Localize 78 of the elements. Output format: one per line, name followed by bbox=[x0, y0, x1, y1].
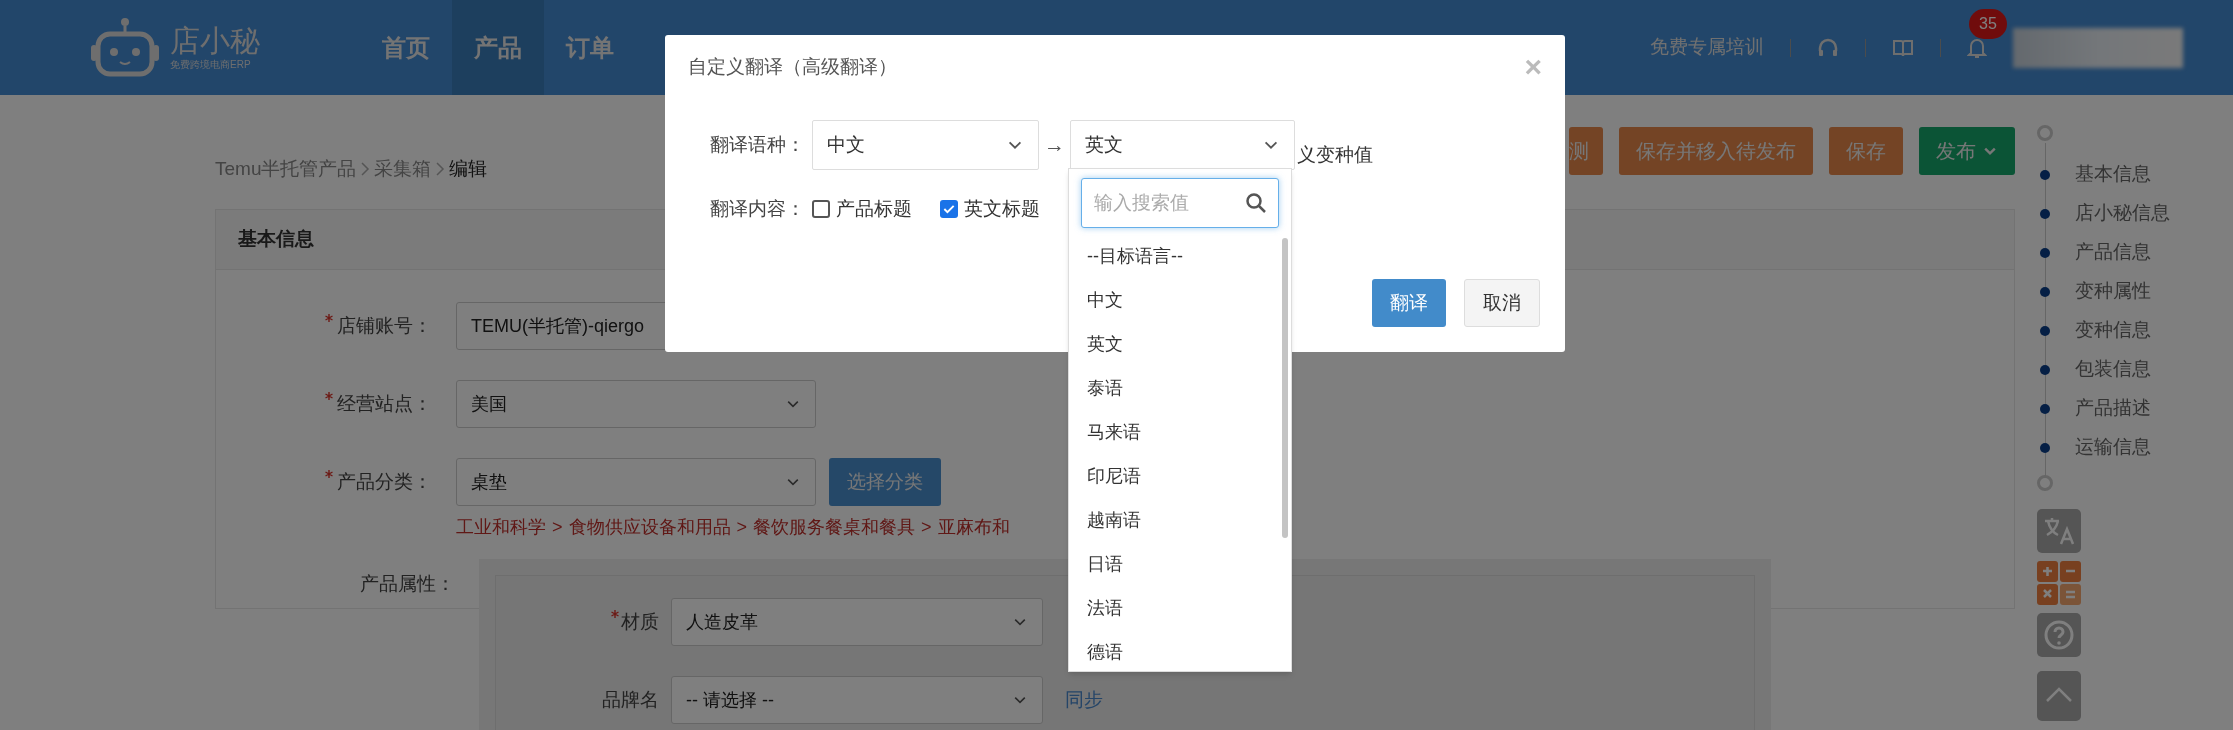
timeline-start-icon bbox=[2037, 125, 2053, 141]
nav-tab[interactable]: 产品 bbox=[452, 0, 544, 95]
robot-logo-icon bbox=[90, 16, 160, 79]
field-label: 翻译语种： bbox=[710, 132, 806, 157]
checkbox[interactable] bbox=[940, 200, 958, 218]
dropdown-option[interactable]: 印尼语 bbox=[1069, 454, 1291, 498]
checkbox[interactable] bbox=[812, 200, 830, 218]
field-label: 店铺账号： bbox=[337, 313, 432, 338]
help-icon[interactable] bbox=[2037, 613, 2081, 657]
calculator-icon[interactable] bbox=[2037, 561, 2081, 605]
path-separator: > bbox=[921, 516, 932, 539]
card-title: 基本信息 bbox=[238, 227, 314, 252]
category-path-item: 餐饮服务餐桌和餐具 bbox=[753, 516, 916, 539]
dialog-button[interactable]: 翻译 bbox=[1372, 279, 1446, 327]
nav-tab[interactable]: 订单 bbox=[544, 0, 636, 95]
path-separator: > bbox=[552, 516, 563, 539]
section-nav-link[interactable]: 产品描述 bbox=[2075, 394, 2151, 423]
search-field[interactable]: 输入搜索值 bbox=[1081, 178, 1279, 228]
field-label: 产品分类： bbox=[337, 469, 432, 494]
dropdown-option[interactable]: --目标语言-- bbox=[1069, 234, 1291, 278]
dialog-title: 自定义翻译（高级翻译） bbox=[688, 54, 897, 79]
dropdown-option[interactable]: 德语 bbox=[1069, 630, 1291, 671]
action-button[interactable]: 发布 bbox=[1919, 127, 2015, 175]
dropdown-option[interactable]: 中文 bbox=[1069, 278, 1291, 322]
section-nav-link[interactable]: 运输信息 bbox=[2075, 433, 2151, 462]
dropdown-option[interactable]: 越南语 bbox=[1069, 498, 1291, 542]
select-field[interactable]: -- 请选择 -- bbox=[671, 676, 1043, 724]
notification-badge: 35 bbox=[1969, 8, 2007, 39]
back-to-top-icon[interactable] bbox=[2037, 671, 2081, 721]
section-nav-link[interactable]: 变种信息 bbox=[2075, 316, 2151, 345]
nav-tab[interactable]: 首页 bbox=[360, 0, 452, 95]
dropdown-option[interactable]: 法语 bbox=[1069, 586, 1291, 630]
training-link[interactable]: 免费专属培训 bbox=[1650, 33, 1764, 62]
action-button[interactable]: 保存并移入待发布 bbox=[1619, 127, 1813, 175]
field-label: 产品属性： bbox=[360, 571, 455, 596]
translate-icon[interactable] bbox=[2037, 509, 2081, 553]
sync-link[interactable]: 同步 bbox=[1065, 685, 1103, 715]
field-label: 材质 bbox=[621, 609, 659, 634]
dropdown-option[interactable]: 泰语 bbox=[1069, 366, 1291, 410]
close-button[interactable]: × bbox=[1524, 52, 1542, 82]
checkbox-label: 产品标题 bbox=[836, 196, 912, 221]
source-language-select[interactable]: 中文 bbox=[812, 120, 1039, 170]
chevron-right-icon bbox=[360, 161, 371, 176]
breadcrumb-item: 编辑 bbox=[449, 156, 488, 181]
action-button[interactable]: 保存 bbox=[1829, 127, 1903, 175]
breadcrumb-item[interactable]: 采集箱 bbox=[374, 154, 432, 183]
field-label: 品牌名 bbox=[602, 687, 659, 712]
category-path-item: 亚麻布和 bbox=[937, 516, 1010, 539]
field-label: 经营站点： bbox=[337, 391, 432, 416]
select-field[interactable]: 桌垫 bbox=[456, 458, 816, 506]
section-nav-link[interactable]: 包装信息 bbox=[2075, 355, 2151, 384]
select-category-button[interactable]: 选择分类 bbox=[829, 458, 941, 506]
bell-icon[interactable] bbox=[1967, 36, 1987, 59]
dropdown-option[interactable]: 英文 bbox=[1069, 322, 1291, 366]
logo-name: 店小秘 bbox=[170, 23, 260, 58]
arrow-text: → bbox=[1043, 132, 1066, 159]
scrollbar-thumb[interactable] bbox=[1282, 238, 1288, 538]
dropdown-option[interactable]: 日语 bbox=[1069, 542, 1291, 586]
breadcrumb-item[interactable]: Temu半托管产品 bbox=[215, 154, 357, 183]
section-nav-link[interactable]: 变种属性 bbox=[2075, 277, 2151, 306]
select-field[interactable]: 人造皮革 bbox=[671, 598, 1043, 646]
path-separator: > bbox=[736, 516, 748, 539]
search-icon bbox=[1245, 192, 1267, 214]
section-nav-link[interactable]: 产品信息 bbox=[2075, 238, 2151, 267]
book-icon[interactable] bbox=[1892, 37, 1914, 58]
dropdown-option[interactable]: 马来语 bbox=[1069, 410, 1291, 454]
checkbox-label: 英文标题 bbox=[964, 196, 1040, 221]
field-label: 翻译内容： bbox=[710, 196, 806, 221]
dialog-button[interactable]: 取消 bbox=[1464, 279, 1540, 327]
category-path-item: 工业和科学 bbox=[456, 516, 546, 539]
checkbox-label: 义变种值 bbox=[1297, 143, 1373, 167]
select-field[interactable]: 美国 bbox=[456, 380, 816, 428]
section-nav-link[interactable]: 基本信息 bbox=[2075, 160, 2151, 189]
action-button[interactable]: 测 bbox=[1569, 127, 1603, 175]
headset-icon[interactable] bbox=[1817, 36, 1839, 59]
category-path-item: 食物供应设备和用品 bbox=[568, 516, 731, 539]
section-nav-link[interactable]: 店小秘信息 bbox=[2075, 199, 2170, 228]
chevron-right-icon bbox=[435, 161, 446, 176]
